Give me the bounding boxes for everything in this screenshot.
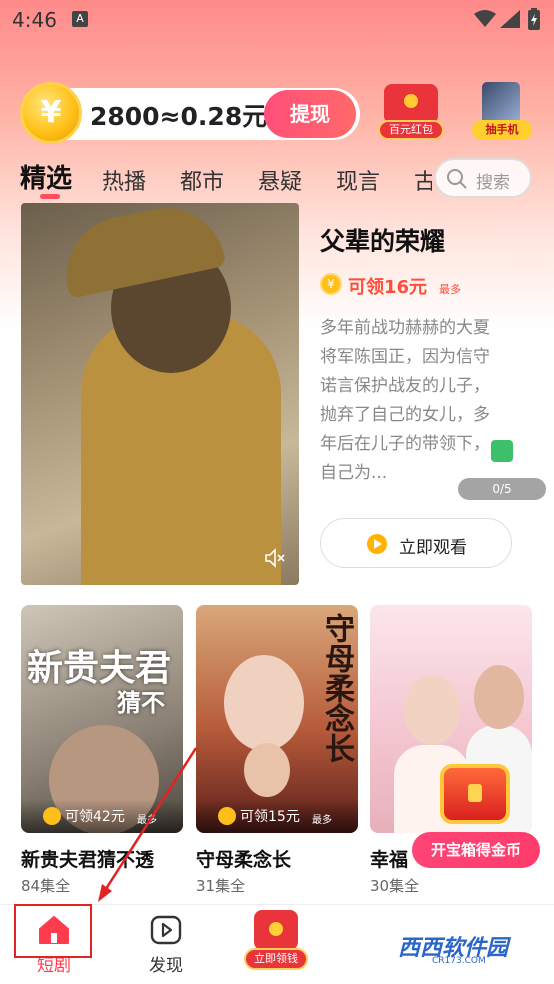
coin-icon (43, 807, 61, 825)
poster-figure (474, 665, 524, 729)
withdraw-button[interactable]: 提现 (264, 90, 356, 138)
poster-figure (244, 743, 290, 797)
site-watermark: 西西软件园 CR173.COM (358, 914, 528, 972)
tab-featured[interactable]: 精选 (20, 158, 72, 195)
chest-lock (468, 784, 482, 802)
poster-title-text: 守母柔念长 (319, 613, 354, 763)
watermark-subtext: CR173.COM (432, 956, 486, 966)
featured-title[interactable]: 父辈的荣耀 (320, 222, 445, 258)
card-episodes: 30集全 (370, 877, 420, 895)
battery-icon (528, 8, 540, 30)
active-tab-indicator (40, 194, 60, 199)
drama-poster[interactable]: 新贵夫君 猜不 可领42元 最多 (21, 605, 183, 833)
red-envelope-icon (384, 84, 438, 124)
nav-item-discover[interactable]: 发现 (116, 905, 216, 984)
treasure-chest-icon[interactable] (430, 758, 520, 828)
tab-hot[interactable]: 热播 (102, 164, 146, 196)
wechat-share-icon[interactable] (491, 440, 513, 462)
nav-label: 发现 (149, 956, 183, 976)
notification-icon: A (72, 11, 88, 27)
featured-reward: 可领16元 (348, 277, 428, 298)
carousel-counter: 0/5 (458, 478, 546, 500)
play-icon (150, 915, 182, 945)
featured-reward-suffix: 最多 (439, 283, 461, 296)
card-episodes: 84集全 (21, 877, 71, 895)
card-reward-text: 可领42元 (65, 809, 125, 825)
poster-figure (224, 655, 304, 751)
card-reward-suffix: 最多 (137, 815, 157, 826)
hundred-yuan-redpack-promo[interactable]: 百元红包 (376, 84, 446, 140)
play-circle-icon (367, 534, 387, 554)
search-icon (447, 169, 467, 189)
featured-description: 多年前战功赫赫的大夏将军陈国正，因为信守诺言保护战友的儿子，抛弃了自己的女儿，多… (320, 318, 490, 483)
poster-subtitle-text: 猜不 (117, 689, 165, 717)
tab-modern-romance[interactable]: 现言 (336, 164, 380, 196)
tab-urban[interactable]: 都市 (180, 164, 224, 196)
card-reward-text: 可领15元 (240, 809, 300, 825)
tab-suspense[interactable]: 悬疑 (258, 164, 302, 196)
watch-now-button[interactable]: 立即观看 (320, 518, 512, 568)
card-title[interactable]: 新贵夫君猜不透 (21, 845, 154, 872)
card-reward-strip: 可领15元 最多 (196, 799, 358, 833)
watch-now-label: 立即观看 (399, 538, 467, 558)
status-time: 4:46 (12, 8, 57, 32)
drama-card[interactable]: 新贵夫君 猜不 可领42元 最多 新贵夫君猜不透 84集全 (21, 605, 183, 895)
search-placeholder: 搜索 (476, 173, 510, 193)
card-episodes: 31集全 (196, 877, 246, 895)
wifi-icon (474, 10, 496, 27)
earn-money-label: 立即领钱 (244, 948, 308, 970)
nav-item-earn-money[interactable]: 立即领钱 (244, 906, 308, 972)
drama-card[interactable]: 守母柔念长 可领15元 最多 守母柔念长 31集全 (196, 605, 358, 895)
coin-icon (218, 807, 236, 825)
card-title[interactable]: 幸福 (370, 845, 408, 872)
phone-lottery-promo[interactable]: 抽手机 (470, 82, 534, 142)
signal-icon (500, 10, 520, 28)
phone-promo-label: 抽手机 (472, 120, 532, 140)
gold-coin-icon: ¥ (20, 82, 82, 144)
featured-video-preview[interactable] (21, 203, 299, 585)
red-envelope-icon (254, 910, 298, 950)
card-title[interactable]: 守母柔念长 (196, 845, 291, 872)
reward-coin-icon: ¥ (320, 273, 342, 295)
tab-ancient[interactable]: 古 (414, 164, 432, 196)
coin-balance-text: 2800≈0.28元 (90, 102, 268, 131)
drama-poster[interactable]: 守母柔念长 可领15元 最多 (196, 605, 358, 833)
open-treasure-button[interactable]: 开宝箱得金币 (412, 832, 540, 868)
annotation-highlight-box (14, 904, 92, 958)
redpack-promo-label: 百元红包 (378, 120, 444, 140)
card-reward-strip: 可领42元 最多 (21, 799, 183, 833)
poster-figure (404, 675, 460, 745)
mute-icon[interactable] (264, 548, 286, 568)
status-bar: 4:46 A (0, 0, 554, 40)
card-reward-suffix: 最多 (312, 815, 332, 826)
search-box[interactable]: 搜索 (434, 158, 532, 198)
